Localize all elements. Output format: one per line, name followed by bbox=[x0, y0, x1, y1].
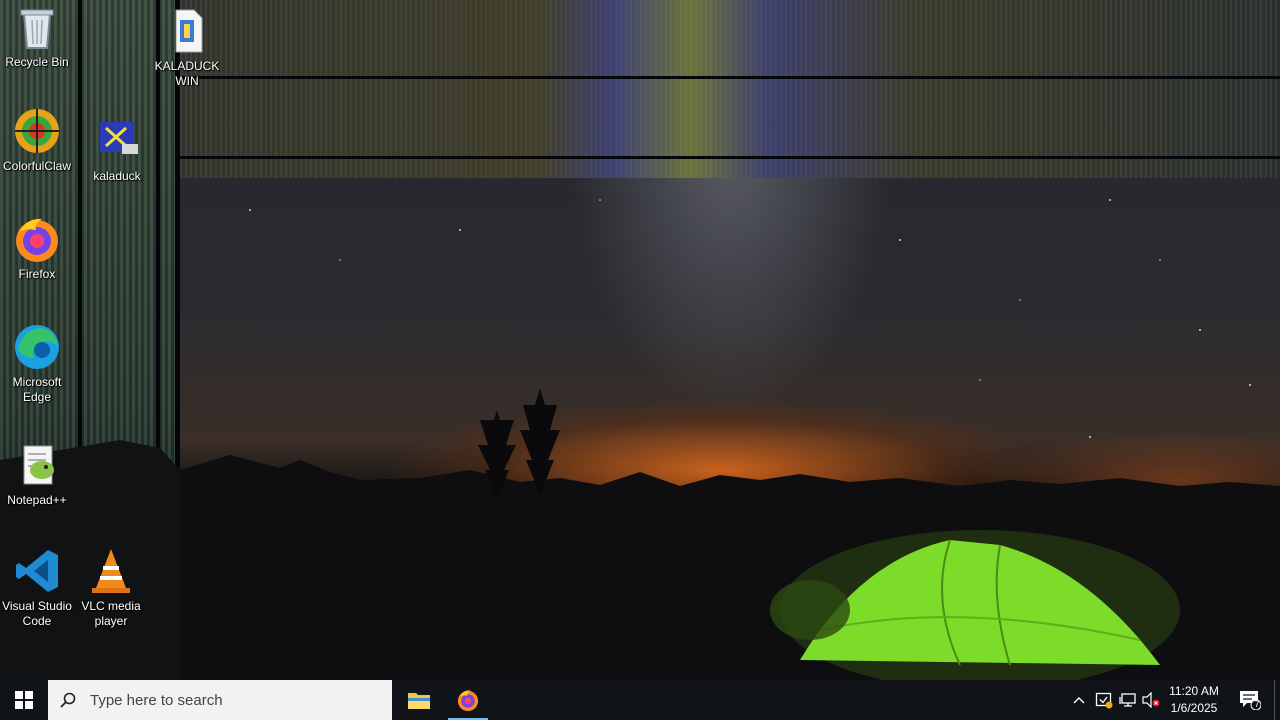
desktop-icon-kaladuck-network[interactable]: kaladuck bbox=[80, 116, 154, 184]
chevron-up-icon bbox=[1073, 697, 1085, 704]
desktop-icon-edge[interactable]: Microsoft Edge bbox=[0, 322, 74, 405]
desktop-icon-kaladuckwin[interactable]: KALADUCKWIN bbox=[150, 6, 224, 89]
notepadpp-icon bbox=[12, 440, 62, 490]
volume-muted-icon bbox=[1142, 692, 1160, 708]
network-icon bbox=[1119, 693, 1136, 707]
desktop-icon-notepadpp[interactable]: Notepad++ bbox=[0, 440, 74, 508]
clock-time: 11:20 AM bbox=[1169, 684, 1219, 698]
desktop-wallpaper bbox=[0, 0, 1280, 680]
taskbar-firefox[interactable] bbox=[444, 680, 492, 720]
taskbar-clock[interactable]: 11:20 AM 1/6/2025 bbox=[1162, 680, 1226, 720]
start-button[interactable] bbox=[0, 680, 48, 720]
desktop-icon-colorful-app[interactable]: ColorfulClaw bbox=[0, 106, 74, 174]
notification-count-badge: 7 bbox=[1254, 699, 1260, 709]
taskbar-file-explorer[interactable] bbox=[395, 680, 443, 720]
tray-network[interactable] bbox=[1116, 680, 1140, 720]
firefox-icon bbox=[457, 690, 479, 712]
firefox-icon bbox=[12, 214, 62, 264]
mountain-silhouette bbox=[0, 199, 1280, 680]
tray-security[interactable] bbox=[1092, 680, 1116, 720]
file-icon bbox=[162, 6, 212, 56]
action-center-button[interactable]: 7 bbox=[1230, 680, 1270, 720]
vscode-icon bbox=[12, 546, 62, 596]
edge-icon bbox=[12, 322, 62, 372]
recycle-bin-icon bbox=[12, 2, 62, 52]
folder-icon bbox=[408, 693, 430, 709]
tray-volume[interactable] bbox=[1140, 680, 1162, 720]
desktop-icon-firefox[interactable]: Firefox bbox=[0, 214, 74, 282]
network-folder-icon bbox=[92, 116, 142, 166]
clock-date: 1/6/2025 bbox=[1170, 701, 1218, 715]
taskbar: 11:20 AM 1/6/2025 7 bbox=[0, 680, 1280, 720]
tray-overflow-button[interactable] bbox=[1068, 680, 1090, 720]
search-input[interactable] bbox=[88, 690, 372, 710]
colorful-app-icon bbox=[12, 106, 62, 156]
security-alert-icon bbox=[1095, 692, 1113, 709]
vlc-icon bbox=[86, 546, 136, 596]
show-desktop-button[interactable] bbox=[1274, 680, 1280, 720]
search-icon bbox=[48, 692, 88, 708]
desktop-icon-vlc[interactable]: VLC media player bbox=[74, 546, 148, 629]
desktop-icon-recycle-bin[interactable]: Recycle Bin bbox=[0, 2, 74, 70]
taskbar-search-box[interactable] bbox=[48, 680, 392, 720]
desktop-icon-vscode[interactable]: Visual Studio Code bbox=[0, 546, 74, 629]
windows-logo-icon bbox=[15, 691, 33, 709]
